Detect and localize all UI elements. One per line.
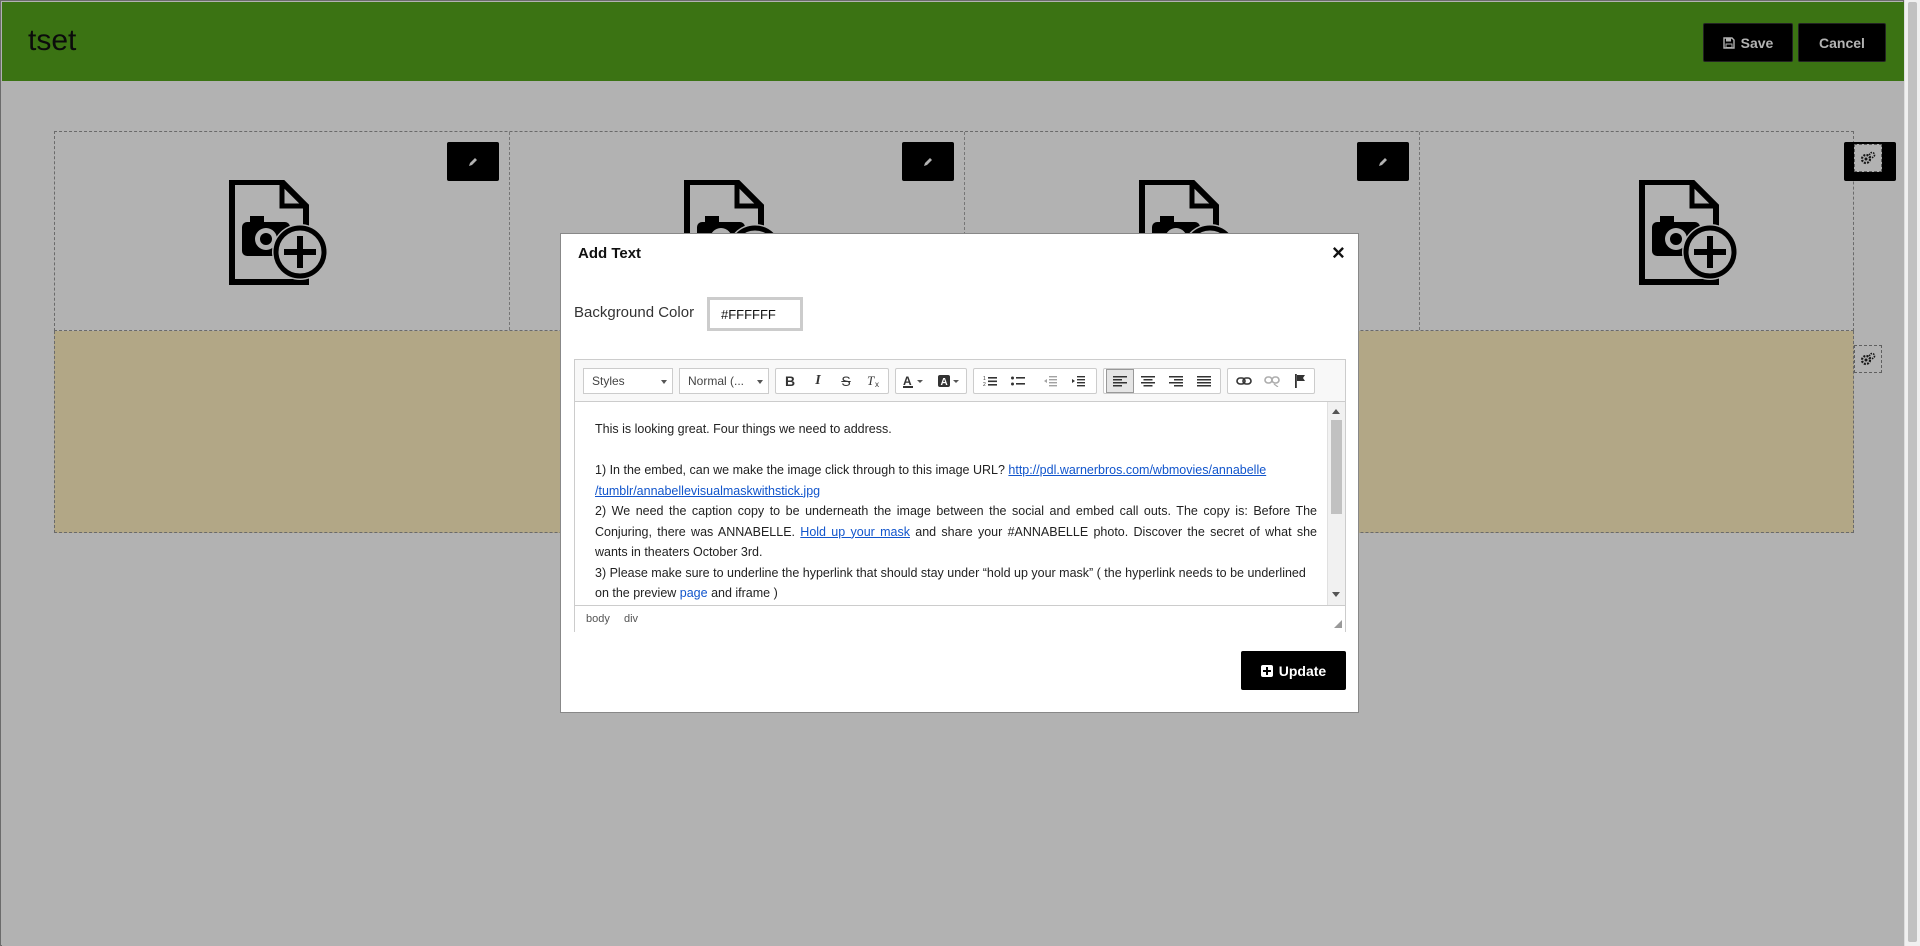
paragraph-3: 3) Please make sure to underline the hyp…	[595, 563, 1317, 604]
links-group	[1227, 368, 1315, 394]
bulleted-list-button[interactable]	[1004, 369, 1032, 393]
update-label: Update	[1278, 662, 1327, 679]
editor-content[interactable]: This is looking great. Four things we ne…	[575, 402, 1327, 605]
editor-scrollbar-thumb[interactable]	[1331, 420, 1342, 514]
page-scrollbar-thumb[interactable]	[1908, 2, 1917, 942]
justify-icon	[1197, 376, 1211, 387]
dialog-title: Add Text	[578, 245, 642, 262]
resize-handle-icon[interactable]	[1334, 620, 1342, 628]
unlink-button[interactable]	[1258, 369, 1286, 393]
chevron-down-icon	[757, 380, 763, 384]
indent-icon	[1072, 376, 1085, 387]
paragraph-1-text: 1) In the embed, can we make the image c…	[595, 463, 1009, 477]
bold-button[interactable]: B	[776, 369, 804, 393]
svg-text:A: A	[903, 374, 912, 388]
svg-text:T: T	[867, 374, 875, 388]
background-color-button[interactable]: A	[932, 369, 966, 393]
alignment-group	[1103, 368, 1221, 394]
close-icon[interactable]: ×	[1332, 242, 1345, 264]
basic-styles-group: B I S Tx	[775, 368, 889, 394]
styles-label: Styles	[592, 374, 625, 388]
plus-square-icon	[1260, 664, 1273, 677]
align-right-button[interactable]	[1162, 369, 1190, 393]
page-scrollbar[interactable]	[1904, 0, 1920, 946]
format-dropdown[interactable]: Normal (...	[679, 368, 769, 394]
flag-icon	[1295, 374, 1305, 388]
path-item-body[interactable]: body	[586, 613, 610, 625]
svg-text:2: 2	[983, 382, 986, 387]
align-left-button[interactable]	[1106, 369, 1134, 393]
paragraph-intro: This is looking great. Four things we ne…	[595, 422, 892, 436]
update-button[interactable]: Update	[1241, 651, 1346, 690]
scroll-down-icon[interactable]	[1332, 592, 1340, 597]
paragraph-3-text-b: and iframe )	[707, 586, 778, 600]
svg-text:A: A	[941, 377, 948, 388]
lists-indent-group: 12	[973, 368, 1097, 394]
page-link[interactable]: page	[680, 586, 708, 600]
element-path-bar: body div	[575, 605, 1345, 632]
add-text-dialog: Add Text × Background Color Styles Norma…	[560, 233, 1359, 713]
format-label: Normal (...	[688, 374, 745, 388]
bulleted-list-icon	[1011, 376, 1025, 386]
paragraph-1: 1) In the embed, can we make the image c…	[595, 460, 1317, 501]
background-color-icon: A	[938, 375, 959, 388]
italic-button[interactable]: I	[804, 369, 832, 393]
align-left-icon	[1113, 376, 1127, 387]
justify-button[interactable]	[1190, 369, 1218, 393]
rich-text-editor: Styles Normal (... B I S Tx A A 1 2 This…	[574, 359, 1346, 632]
image-url-link-part-1: http://pdl.warnerbros.com/wbmovies/annab…	[1008, 463, 1267, 477]
background-color-label: Background Color	[574, 304, 695, 321]
paragraph-2: 2) We need the caption copy to be undern…	[595, 501, 1317, 563]
numbered-list-button[interactable]: 12	[976, 369, 1004, 393]
path-item-div[interactable]: div	[624, 613, 638, 625]
remove-format-button[interactable]: Tx	[860, 369, 888, 393]
remove-format-icon: Tx	[867, 374, 879, 388]
strikethrough-button[interactable]: S	[832, 369, 860, 393]
anchor-button[interactable]	[1286, 369, 1314, 393]
align-right-icon	[1169, 376, 1183, 387]
chevron-down-icon	[661, 380, 667, 384]
colors-group: A A	[895, 368, 967, 394]
scroll-up-icon[interactable]	[1332, 409, 1340, 414]
increase-indent-button[interactable]	[1064, 369, 1092, 393]
hold-up-mask-link[interactable]: Hold up your mask	[800, 525, 910, 539]
outdent-icon	[1044, 376, 1057, 387]
unlink-icon	[1264, 376, 1280, 387]
align-center-button[interactable]	[1134, 369, 1162, 393]
background-color-input[interactable]	[707, 297, 803, 331]
numbered-list-icon: 12	[983, 376, 997, 387]
text-color-icon: A	[903, 374, 923, 388]
editor-toolbar: Styles Normal (... B I S Tx A A 1 2	[575, 360, 1345, 402]
text-color-button[interactable]: A	[896, 369, 930, 393]
link-icon	[1236, 377, 1252, 385]
styles-dropdown[interactable]: Styles	[583, 368, 673, 394]
link-button[interactable]	[1230, 369, 1258, 393]
align-center-icon	[1141, 376, 1155, 387]
editor-scrollbar[interactable]	[1327, 402, 1345, 605]
decrease-indent-button[interactable]	[1036, 369, 1064, 393]
svg-text:x: x	[875, 380, 879, 388]
image-url-link-part-2: /tumblr/annabellevisualmaskwithstick.jpg	[595, 483, 821, 498]
